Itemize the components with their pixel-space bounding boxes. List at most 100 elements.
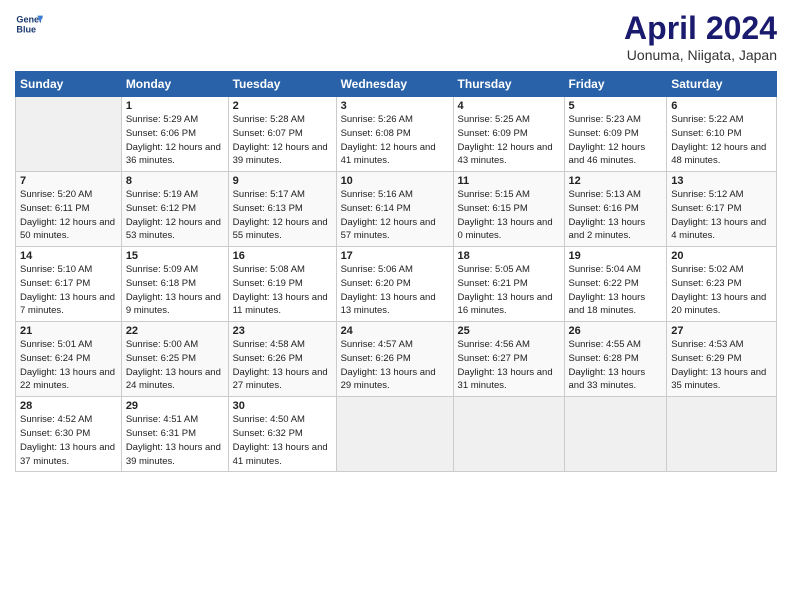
day-number: 27: [671, 325, 772, 337]
daylight-text: Daylight: 13 hours and 16 minutes.: [458, 292, 553, 317]
sunset-text: Sunset: 6:18 PM: [126, 278, 196, 289]
cell-content: Sunrise: 4:58 AMSunset: 6:26 PMDaylight:…: [233, 338, 332, 393]
calendar-cell: 27 Sunrise: 4:53 AM Sunset: 6:29 PM Dayligh…: [667, 322, 777, 397]
sunrise-text: Sunrise: 5:09 AM: [126, 264, 198, 275]
header-row: SundayMondayTuesdayWednesdayThursdayFrid…: [16, 72, 777, 97]
day-number: 1: [126, 100, 224, 112]
calendar-cell: [564, 397, 667, 472]
cell-content: Sunrise: 5:06 AMSunset: 6:20 PMDaylight:…: [341, 263, 449, 318]
main-title: April 2024: [624, 10, 777, 47]
day-number: 8: [126, 175, 224, 187]
day-number: 29: [126, 400, 224, 412]
calendar-cell: 2Sunrise: 5:28 AMSunset: 6:07 PMDaylight…: [228, 97, 336, 172]
sunrise-text: Sunrise: 5:02 AM: [671, 264, 743, 275]
calendar-cell: 22Sunrise: 5:00 AMSunset: 6:25 PMDayligh…: [121, 322, 228, 397]
calendar-cell: 28Sunrise: 4:52 AMSunset: 6:30 PMDayligh…: [16, 397, 122, 472]
daylight-text: Daylight: 13 hours and 33 minutes.: [569, 367, 646, 392]
daylight-text: Daylight: 12 hours and 41 minutes.: [341, 142, 436, 167]
day-number: 9: [233, 175, 332, 187]
calendar-cell: [336, 397, 453, 472]
daylight-text: Daylight: 13 hours and 24 minutes.: [126, 367, 221, 392]
sunset-text: Sunset: 6:29 PM: [671, 353, 741, 364]
daylight-text: Daylight: 13 hours and 4 minutes.: [671, 217, 766, 242]
cell-content: Sunrise: 5:20 AMSunset: 6:11 PMDaylight:…: [20, 188, 117, 243]
cell-content: Sunrise: 5:12 AMSunset: 6:17 PMDaylight:…: [671, 188, 772, 243]
day-number: 21: [20, 325, 117, 337]
calendar-cell: [16, 97, 122, 172]
daylight-text: Daylight: 12 hours and 57 minutes.: [341, 217, 436, 242]
daylight-text: Daylight: 13 hours and 20 minutes.: [671, 292, 766, 317]
day-number: 19: [569, 250, 663, 262]
sunrise-text: Sunrise: 5:04 AM: [569, 264, 641, 275]
daylight-text: Daylight: 13 hours and 35 minutes.: [671, 367, 766, 392]
sunset-text: Sunset: 6:19 PM: [233, 278, 303, 289]
sunrise-text: Sunrise: 4:56 AM: [458, 339, 530, 350]
week-row-3: 14Sunrise: 5:10 AMSunset: 6:17 PMDayligh…: [16, 247, 777, 322]
daylight-text: Daylight: 13 hours and 29 minutes.: [341, 367, 436, 392]
daylight-text: Daylight: 13 hours and 13 minutes.: [341, 292, 436, 317]
cell-content: Sunrise: 5:00 AMSunset: 6:25 PMDaylight:…: [126, 338, 224, 393]
cell-content: Sunrise: 5:16 AMSunset: 6:14 PMDaylight:…: [341, 188, 449, 243]
sunset-text: Sunset: 6:20 PM: [341, 278, 411, 289]
header: General Blue April 2024 Uonuma, Niigata,…: [15, 10, 777, 63]
cell-content: Sunrise: 5:23 AMSunset: 6:09 PMDaylight:…: [569, 113, 663, 168]
cell-content: Sunrise: 5:08 AMSunset: 6:19 PMDaylight:…: [233, 263, 332, 318]
day-number: 3: [341, 100, 449, 112]
cell-content: Sunrise: 5:22 AMSunset: 6:10 PMDaylight:…: [671, 113, 772, 168]
calendar-table: SundayMondayTuesdayWednesdayThursdayFrid…: [15, 71, 777, 472]
sunset-text: Sunset: 6:23 PM: [671, 278, 741, 289]
sunset-text: Sunset: 6:06 PM: [126, 128, 196, 139]
sunrise-text: Sunrise: 5:05 AM: [458, 264, 530, 275]
sunset-text: Sunset: 6:09 PM: [458, 128, 528, 139]
sunrise-text: Sunrise: 4:57 AM: [341, 339, 413, 350]
day-number: 28: [20, 400, 117, 412]
day-number: 4: [458, 100, 560, 112]
day-number: 30: [233, 400, 332, 412]
sunset-text: Sunset: 6:11 PM: [20, 203, 90, 214]
sunset-text: Sunset: 6:07 PM: [233, 128, 303, 139]
sunset-text: Sunset: 6:10 PM: [671, 128, 741, 139]
cell-content: Sunrise: 5:05 AMSunset: 6:21 PMDaylight:…: [458, 263, 560, 318]
cell-content: Sunrise: 5:04 AMSunset: 6:22 PMDaylight:…: [569, 263, 663, 318]
logo: General Blue: [15, 10, 43, 38]
calendar-cell: 3Sunrise: 5:26 AMSunset: 6:08 PMDaylight…: [336, 97, 453, 172]
cell-content: Sunrise: 5:09 AM Sunset: 6:18 PM Daylight:…: [126, 263, 224, 318]
header-thursday: Thursday: [453, 72, 564, 97]
calendar-cell: 9Sunrise: 5:17 AMSunset: 6:13 PMDaylight…: [228, 172, 336, 247]
cell-content: Sunrise: 4:53 AM Sunset: 6:29 PM Daylight:…: [671, 338, 772, 393]
calendar-cell: 12Sunrise: 5:13 AMSunset: 6:16 PMDayligh…: [564, 172, 667, 247]
day-number: 15: [126, 250, 224, 262]
title-section: April 2024 Uonuma, Niigata, Japan: [624, 10, 777, 63]
calendar-cell: 19Sunrise: 5:04 AMSunset: 6:22 PMDayligh…: [564, 247, 667, 322]
daylight-text: Daylight: 13 hours and 11 minutes.: [233, 292, 328, 317]
daylight-text: Daylight: 13 hours and 31 minutes.: [458, 367, 553, 392]
calendar-cell: 11Sunrise: 5:15 AMSunset: 6:15 PMDayligh…: [453, 172, 564, 247]
sunset-text: Sunset: 6:17 PM: [20, 278, 90, 289]
daylight-text: Daylight: 13 hours and 9 minutes.: [126, 292, 221, 317]
header-saturday: Saturday: [667, 72, 777, 97]
cell-content: Sunrise: 5:29 AMSunset: 6:06 PMDaylight:…: [126, 113, 224, 168]
page: General Blue April 2024 Uonuma, Niigata,…: [0, 0, 792, 612]
sunrise-text: Sunrise: 4:53 AM: [671, 339, 743, 350]
calendar-cell: 30Sunrise: 4:50 AMSunset: 6:32 PMDayligh…: [228, 397, 336, 472]
daylight-text: Daylight: 13 hours and 22 minutes.: [20, 367, 115, 392]
day-number: 6: [671, 100, 772, 112]
daylight-text: Daylight: 12 hours and 46 minutes.: [569, 142, 646, 167]
daylight-text: Daylight: 12 hours and 53 minutes.: [126, 217, 221, 242]
daylight-text: Daylight: 12 hours and 36 minutes.: [126, 142, 221, 167]
calendar-cell: [667, 397, 777, 472]
sunrise-text: Sunrise: 5:20 AM: [20, 189, 92, 200]
day-number: 18: [458, 250, 560, 262]
sunrise-text: Sunrise: 5:10 AM: [20, 264, 92, 275]
calendar-cell: 1Sunrise: 5:29 AMSunset: 6:06 PMDaylight…: [121, 97, 228, 172]
sunrise-text: Sunrise: 4:55 AM: [569, 339, 641, 350]
sunrise-text: Sunrise: 4:50 AM: [233, 414, 305, 425]
day-number: 17: [341, 250, 449, 262]
calendar-cell: 18Sunrise: 5:05 AMSunset: 6:21 PMDayligh…: [453, 247, 564, 322]
week-row-2: 7Sunrise: 5:20 AMSunset: 6:11 PMDaylight…: [16, 172, 777, 247]
sunset-text: Sunset: 6:08 PM: [341, 128, 411, 139]
calendar-cell: 4Sunrise: 5:25 AMSunset: 6:09 PMDaylight…: [453, 97, 564, 172]
calendar-cell: 25Sunrise: 4:56 AMSunset: 6:27 PMDayligh…: [453, 322, 564, 397]
sunset-text: Sunset: 6:25 PM: [126, 353, 196, 364]
svg-text:Blue: Blue: [16, 24, 36, 34]
